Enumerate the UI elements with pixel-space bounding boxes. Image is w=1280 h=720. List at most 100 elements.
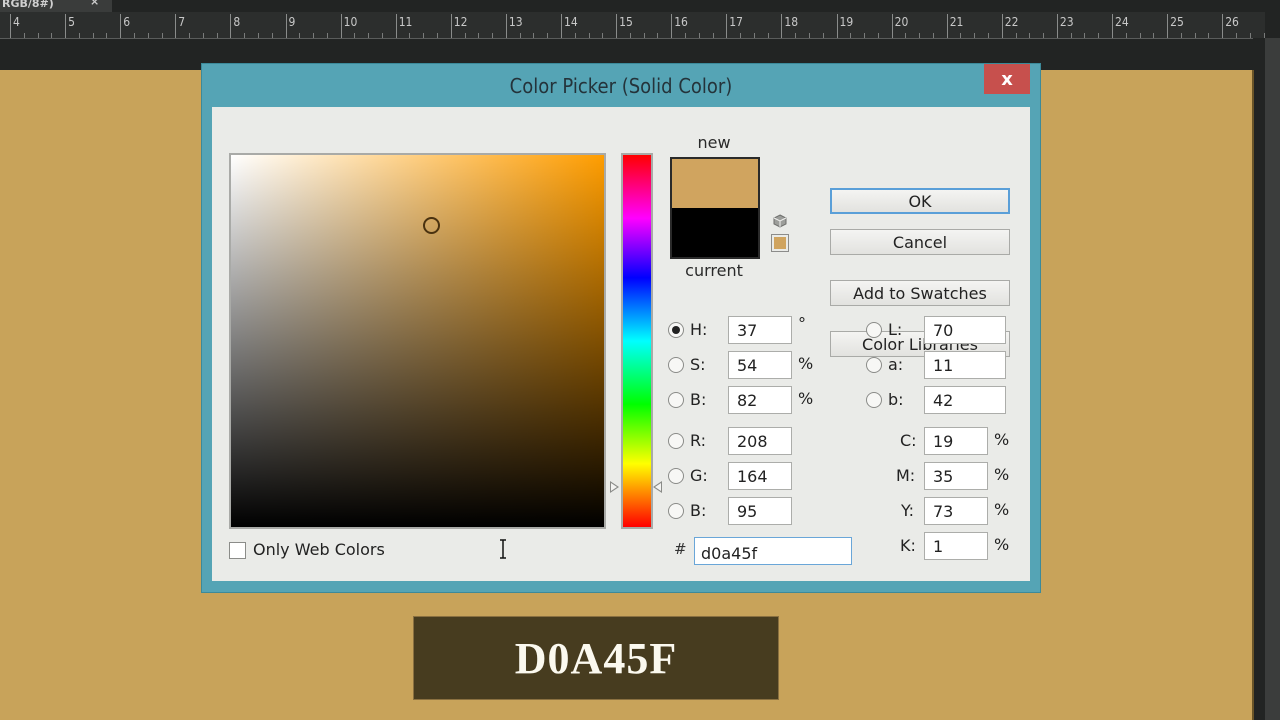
tab-close-icon[interactable]: ×	[90, 0, 99, 7]
close-button[interactable]: x	[984, 64, 1030, 94]
saturation-radio[interactable]	[668, 357, 684, 373]
ruler-minor-tick	[1015, 33, 1017, 38]
ruler-minor-tick	[1125, 33, 1127, 38]
degree-unit: °	[798, 314, 806, 333]
red-radio[interactable]	[668, 433, 684, 449]
ruler-tick-label: 20	[894, 15, 909, 29]
ruler-minor-tick	[740, 33, 742, 38]
ruler-major-tick	[946, 14, 948, 38]
ruler-minor-tick	[271, 33, 273, 38]
ruler-minor-tick	[1235, 33, 1237, 38]
black-input[interactable]	[924, 532, 988, 560]
ruler-tick-label: 7	[178, 15, 186, 29]
ruler-tick-label: 8	[233, 15, 241, 29]
ruler-minor-tick	[588, 33, 590, 38]
ruler-major-tick	[120, 14, 122, 38]
ruler-minor-tick	[602, 33, 604, 38]
brightness-label: B:	[690, 390, 707, 409]
ruler-minor-tick	[78, 33, 80, 38]
ruler-major-tick	[230, 14, 232, 38]
percent-unit: %	[798, 389, 814, 408]
green-radio[interactable]	[668, 468, 684, 484]
web-safe-swatch-icon[interactable]	[771, 234, 789, 252]
ruler-minor-tick	[51, 33, 53, 38]
ruler-minor-tick	[905, 33, 907, 38]
ruler-major-tick	[1222, 14, 1224, 38]
ruler-tick-label: 16	[674, 15, 688, 29]
ruler-tick-label: 6	[123, 15, 131, 29]
magenta-input[interactable]	[924, 462, 988, 490]
percent-unit: %	[994, 465, 1010, 484]
hue-slider-left-handle[interactable]	[610, 481, 619, 493]
color-selection-circle[interactable]	[423, 217, 440, 234]
percent-unit: %	[994, 430, 1010, 449]
ruler-minor-tick	[381, 33, 383, 38]
ruler-minor-tick	[919, 33, 921, 38]
ruler-tick-label: 18	[784, 15, 799, 29]
only-web-colors-checkbox[interactable]	[229, 542, 246, 559]
ruler-tick-label: 9	[288, 15, 296, 29]
brightness-radio[interactable]	[668, 392, 684, 408]
ruler-minor-tick	[106, 33, 108, 38]
cancel-button[interactable]: Cancel	[830, 229, 1010, 255]
add-to-swatches-button[interactable]: Add to Swatches	[830, 280, 1010, 306]
ruler-minor-tick	[698, 33, 700, 38]
ruler-minor-tick	[299, 33, 301, 38]
lab-b-label: b:	[888, 390, 904, 409]
ruler-minor-tick	[712, 33, 714, 38]
hue-slider[interactable]	[621, 153, 653, 529]
hue-slider-right-handle[interactable]	[653, 481, 662, 493]
ruler-minor-tick	[684, 33, 686, 38]
ok-button[interactable]: OK	[830, 188, 1010, 214]
hue-radio[interactable]	[668, 322, 684, 338]
saturation-input[interactable]	[728, 351, 792, 379]
yellow-input[interactable]	[924, 497, 988, 525]
ruler-minor-tick	[216, 33, 218, 38]
document-tab[interactable]: RGB/8#) ×	[0, 0, 112, 12]
close-icon: x	[1001, 68, 1013, 90]
ruler-minor-tick	[189, 33, 191, 38]
ruler-major-tick	[561, 14, 562, 38]
cyan-input[interactable]	[924, 427, 988, 455]
ruler-major-tick	[836, 14, 838, 38]
lab-a-input[interactable]	[924, 351, 1006, 379]
ruler-major-tick	[285, 14, 287, 38]
ruler-minor-tick	[1194, 33, 1196, 38]
saturation-brightness-field[interactable]	[229, 153, 606, 529]
ruler-minor-tick	[492, 33, 494, 38]
panel-scrollbar[interactable]	[1253, 38, 1280, 720]
ruler-minor-tick	[354, 33, 356, 38]
lab-a-radio[interactable]	[866, 357, 882, 373]
ruler-minor-tick	[988, 33, 990, 38]
ruler-major-tick	[1056, 14, 1058, 38]
new-color-swatch	[672, 159, 758, 208]
blue-radio[interactable]	[668, 503, 684, 519]
hue-label: H:	[690, 320, 708, 339]
lab-b-input[interactable]	[924, 386, 1006, 414]
red-input[interactable]	[728, 427, 792, 455]
blue-input[interactable]	[728, 497, 792, 525]
ruler-minor-tick	[657, 33, 659, 38]
hex-input[interactable]	[694, 537, 852, 565]
green-input[interactable]	[728, 462, 792, 490]
ruler-minor-tick	[1043, 33, 1045, 38]
ruler-minor-tick	[850, 33, 852, 38]
ruler-tick-label: 19	[839, 15, 854, 29]
current-color-swatch[interactable]	[672, 208, 758, 257]
ruler-minor-tick	[1153, 33, 1155, 38]
horizontal-ruler[interactable]: 4 5 6 7 8 9 10 11 12 13 14 15 16 17 18 19 20 21 22 23 24 25 26	[0, 12, 1265, 39]
ruler-minor-tick	[767, 33, 769, 38]
lab-l-input[interactable]	[924, 316, 1006, 344]
percent-unit: %	[994, 535, 1010, 554]
red-label: R:	[690, 431, 707, 450]
cube-icon[interactable]	[773, 214, 787, 228]
brightness-input[interactable]	[728, 386, 792, 414]
ruler-minor-tick	[147, 33, 149, 38]
ruler-minor-tick	[1029, 33, 1031, 38]
lab-l-radio[interactable]	[866, 322, 882, 338]
ruler-minor-tick	[326, 33, 328, 38]
ruler-tick-label: 21	[949, 15, 964, 29]
lab-b-radio[interactable]	[866, 392, 882, 408]
hue-input[interactable]	[728, 316, 792, 344]
ruler-minor-tick	[629, 33, 631, 38]
